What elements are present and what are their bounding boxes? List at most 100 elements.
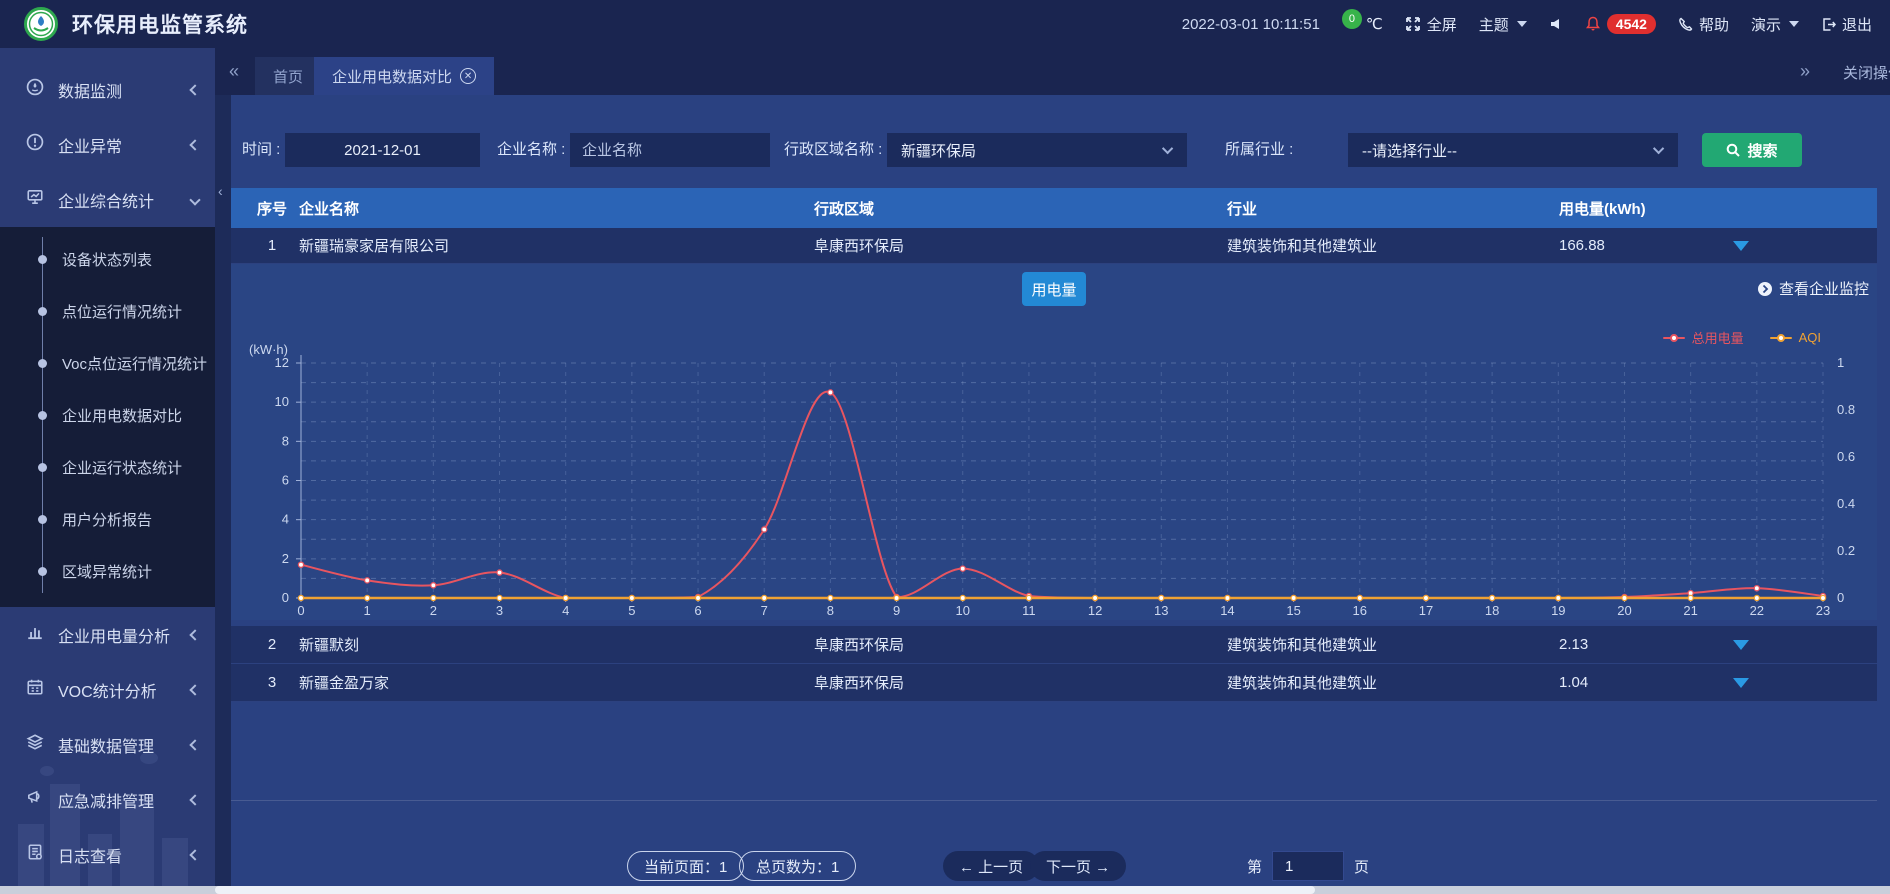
fullscreen-button[interactable]: 全屏 [1405, 14, 1457, 35]
svg-text:8: 8 [827, 603, 834, 618]
sidebar-subitem-6[interactable]: 区域异常统计 [0, 545, 215, 597]
svg-text:8: 8 [282, 433, 289, 448]
sidebar-submenu: 设备状态列表点位运行情况统计 Voc点位运行情况统计企业用电数据对比企业运行状态统… [0, 227, 215, 607]
tab-close-icon[interactable]: ✕ [460, 68, 476, 84]
svg-text:0: 0 [1837, 590, 1844, 605]
results-table: 序号企业名称行政区域行业用电量(kWh) 1新疆瑞豪家居有限公司阜康西环保局建筑… [231, 95, 1877, 894]
sidebar-item-0[interactable]: 数据监测 [0, 62, 215, 117]
theme-dropdown[interactable]: 主题 [1479, 14, 1527, 35]
table-cell: 166.88 [1559, 228, 1605, 263]
svg-text:18: 18 [1485, 603, 1499, 618]
svg-text:5: 5 [628, 603, 635, 618]
table-header-cell: 行业 [1227, 188, 1257, 228]
bell-icon [1585, 16, 1601, 32]
sidebar-item-label: 基础数据管理 [58, 733, 154, 757]
sidebar-item-label: 企业用电量分析 [58, 623, 170, 647]
svg-text:22: 22 [1750, 603, 1764, 618]
table-header-cell: 行政区域 [814, 188, 874, 228]
log-icon [26, 843, 44, 866]
svg-text:0.8: 0.8 [1837, 402, 1855, 417]
svg-text:12: 12 [275, 355, 289, 370]
sidebar-item-3[interactable]: 企业用电量分析 [0, 607, 215, 662]
bullet-dot [38, 463, 47, 472]
legend-label: AQI [1799, 330, 1821, 345]
tabs-scroll-right-icon[interactable]: » [1800, 62, 1810, 80]
sidebar-item-1[interactable]: 企业异常 [0, 117, 215, 172]
caret-down-icon [1789, 21, 1799, 27]
table-cell-expand [1711, 626, 1771, 663]
sidebar-subitem-2[interactable]: Voc点位运行情况统计 [0, 337, 215, 389]
scrollbar-thumb[interactable] [215, 886, 1315, 894]
expand-triangle-icon[interactable] [1733, 640, 1749, 650]
svg-text:21: 21 [1683, 603, 1697, 618]
sidebar-item-5[interactable]: 基础数据管理 [0, 717, 215, 772]
svg-text:11: 11 [1022, 603, 1036, 618]
tab-active-power-compare[interactable]: 企业用电数据对比 ✕ [314, 57, 494, 95]
svg-text:1: 1 [364, 603, 371, 618]
svg-text:3: 3 [496, 603, 503, 618]
svg-text:4: 4 [562, 603, 569, 618]
bullet-dot [38, 307, 47, 316]
notification-count-badge: 4542 [1607, 14, 1656, 34]
sidebar-item-2[interactable]: 企业综合统计 [0, 172, 215, 227]
table-row[interactable]: 3新疆金盈万家阜康西环保局建筑装饰和其他建筑业1.04 [231, 664, 1877, 702]
tab-home[interactable]: 首页 [255, 57, 321, 95]
main-area: « 首页 企业用电数据对比 ✕ » 关闭操作 ‹ 时间 : 企业名称 : 行政区… [215, 48, 1890, 894]
table-cell: 阜康西环保局 [814, 626, 904, 663]
next-page-button[interactable]: 下一页 → [1030, 851, 1126, 881]
chevron-left-icon [189, 629, 200, 640]
sidebar-subitem-1[interactable]: 点位运行情况统计 [0, 285, 215, 337]
stats-icon [26, 188, 44, 211]
sidebar-subitem-label: 点位运行情况统计 [62, 301, 182, 322]
horizontal-scrollbar[interactable] [0, 886, 1890, 894]
tabs-scroll-left-icon[interactable]: « [229, 62, 239, 80]
mute-button[interactable] [1549, 17, 1563, 31]
table-cell: 1.04 [1559, 664, 1588, 701]
logout-button[interactable]: 退出 [1821, 14, 1872, 35]
table-cell: 2 [249, 626, 295, 663]
table-cell: 2.13 [1559, 626, 1588, 663]
view-monitor-link[interactable]: 查看企业监控 [1757, 278, 1869, 299]
calendar-icon [26, 678, 44, 701]
sidebar-item-label: 数据监测 [58, 78, 122, 102]
prev-page-button[interactable]: ← 上一页 [943, 851, 1039, 881]
sidebar-item-4[interactable]: VOC统计分析 [0, 662, 215, 717]
svg-text:0.6: 0.6 [1837, 449, 1855, 464]
svg-text:6: 6 [282, 473, 289, 488]
svg-text:12: 12 [1088, 603, 1102, 618]
bullet-dot [38, 567, 47, 576]
page-jump-input[interactable] [1272, 851, 1344, 881]
sidebar-item-label: 企业综合统计 [58, 188, 154, 212]
bullet-dot [38, 255, 47, 264]
current-page-pill: 当前页面：1 [627, 851, 744, 881]
table-row[interactable]: 2新疆默刻阜康西环保局建筑装饰和其他建筑业2.13 [231, 626, 1877, 664]
sidebar-collapse-toggle[interactable]: ‹ [218, 183, 223, 199]
table-row[interactable]: 1新疆瑞豪家居有限公司阜康西环保局建筑装饰和其他建筑业166.88 [231, 228, 1877, 264]
sidebar-subitem-4[interactable]: 企业运行状态统计 [0, 441, 215, 493]
table-cell: 建筑装饰和其他建筑业 [1227, 664, 1377, 701]
sidebar-subitem-3[interactable]: 企业用电数据对比 [0, 389, 215, 441]
sidebar-subitem-0[interactable]: 设备状态列表 [0, 233, 215, 285]
svg-text:10: 10 [275, 394, 289, 409]
sidebar-subitem-5[interactable]: 用户分析报告 [0, 493, 215, 545]
page-jump: 第 页 [1247, 851, 1369, 881]
table-cell-expand [1711, 228, 1771, 263]
svg-text:4: 4 [282, 512, 289, 527]
chevron-left-icon [189, 739, 200, 750]
table-header-row: 序号企业名称行政区域行业用电量(kWh) [231, 188, 1877, 228]
notifications[interactable]: 4542 [1585, 14, 1656, 34]
demo-dropdown[interactable]: 演示 [1751, 14, 1799, 35]
help-button[interactable]: 帮助 [1678, 14, 1729, 35]
panel-divider [231, 800, 1877, 801]
svg-text:19: 19 [1551, 603, 1565, 618]
sidebar-item-6[interactable]: 应急减排管理 [0, 772, 215, 827]
left-gutter [215, 95, 231, 894]
sidebar-item-label: 应急减排管理 [58, 788, 154, 812]
power-tab-button[interactable]: 用电量 [1022, 272, 1086, 306]
expand-triangle-icon[interactable] [1733, 241, 1749, 251]
bullet-dot [38, 359, 47, 368]
close-operations-menu[interactable]: 关闭操作 [1843, 62, 1890, 83]
expand-triangle-icon[interactable] [1733, 678, 1749, 688]
sidebar-item-7[interactable]: 日志查看 [0, 827, 215, 882]
table-header-cell: 序号 [249, 188, 295, 228]
